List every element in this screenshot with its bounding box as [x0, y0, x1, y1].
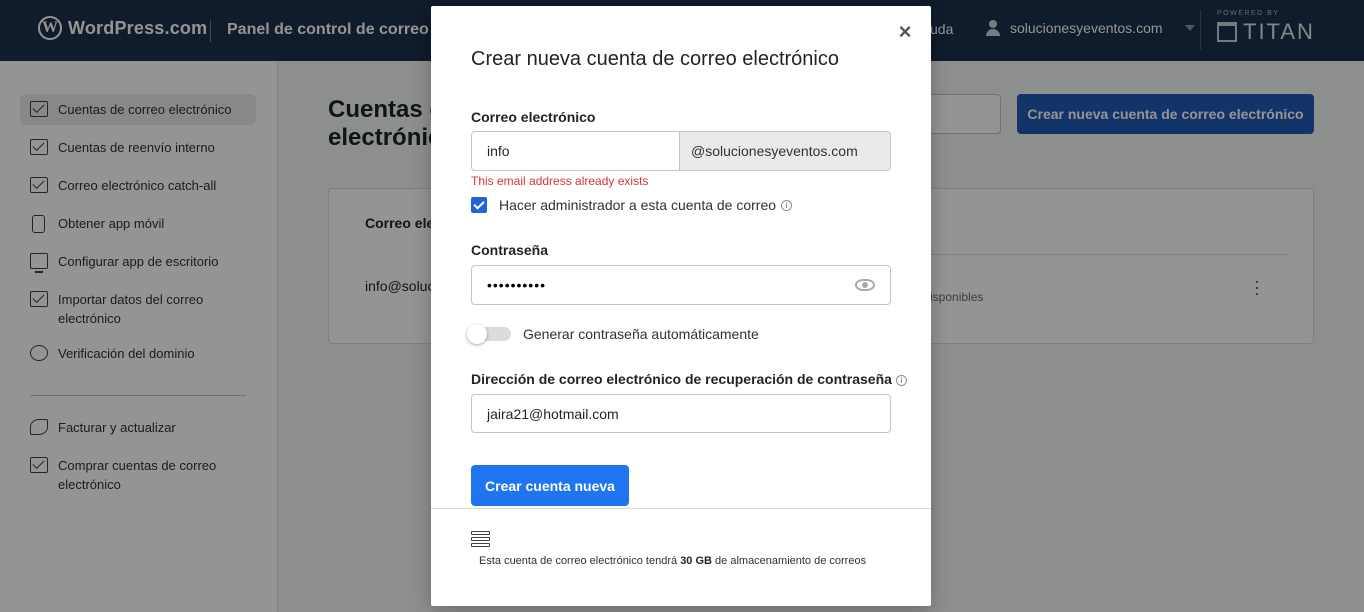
admin-checkbox[interactable] [471, 197, 487, 213]
admin-checkbox-row[interactable]: Hacer administrador a esta cuenta de cor… [471, 197, 793, 213]
auto-password-row[interactable]: Generar contraseña automáticamente [467, 324, 759, 344]
modal-footer: Esta cuenta de correo electrónico tendrá… [431, 508, 931, 606]
password-label: Contraseña [471, 242, 549, 258]
email-field-group: @solucionesyeventos.com [471, 131, 891, 171]
password-field-group [471, 265, 891, 305]
create-account-modal: × Crear nueva cuenta de correo electróni… [431, 6, 931, 606]
recovery-email-label: Dirección de correo electrónico de recup… [471, 371, 907, 387]
admin-checkbox-label: Hacer administrador a esta cuenta de cor… [499, 197, 777, 213]
modal-title: Crear nueva cuenta de correo electrónico [471, 48, 839, 70]
storage-amount: 30 GB [680, 555, 712, 567]
recovery-email-label-text: Dirección de correo electrónico de recup… [471, 371, 892, 387]
recovery-email-field[interactable] [471, 394, 891, 433]
email-label: Correo electrónico [471, 109, 596, 125]
email-error-message: This email address already exists [471, 174, 649, 188]
storage-text-post: de almacenamiento de correos [715, 555, 867, 567]
toggle-knob [467, 324, 487, 344]
email-domain-suffix: @solucionesyeventos.com [680, 131, 891, 171]
storage-icon [471, 531, 490, 549]
password-field[interactable] [487, 277, 855, 293]
info-icon[interactable]: i [895, 374, 907, 386]
info-icon[interactable]: i [781, 199, 793, 211]
storage-info-text: Esta cuenta de correo electrónico tendrá… [479, 552, 879, 570]
storage-text-pre: Esta cuenta de correo electrónico tendrá [479, 555, 678, 567]
email-field[interactable] [471, 131, 680, 171]
eye-icon[interactable] [855, 279, 875, 291]
create-account-submit-button[interactable]: Crear cuenta nueva [471, 465, 629, 506]
close-button[interactable]: × [893, 20, 917, 44]
auto-password-label: Generar contraseña automáticamente [523, 326, 759, 342]
auto-password-toggle[interactable] [467, 324, 511, 344]
